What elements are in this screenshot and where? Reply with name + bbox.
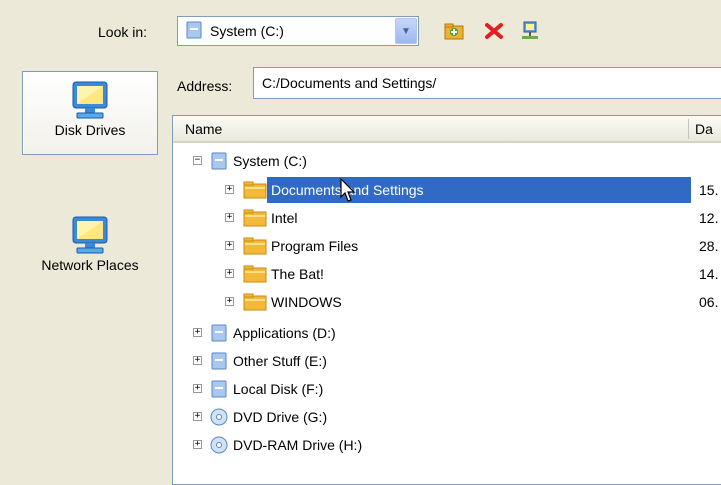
tree-node-label: System (C:) (233, 153, 307, 169)
place-label: Disk Drives (54, 122, 126, 138)
tree-node-folder[interactable]: + Documents and Settings 15. (173, 177, 721, 205)
folder-icon (243, 265, 267, 286)
expand-icon[interactable]: + (193, 384, 202, 393)
expand-icon[interactable]: + (225, 241, 234, 250)
place-disk-drives[interactable]: Disk Drives (22, 71, 158, 155)
date-cell: 28. (699, 238, 719, 254)
tree-node-drive[interactable]: + Other Stuff (E:) (173, 348, 721, 376)
tree-node-folder[interactable]: + Program Files 28. (173, 233, 721, 261)
folder-icon (243, 293, 267, 314)
collapse-icon[interactable]: − (193, 156, 202, 165)
expand-icon[interactable]: + (225, 297, 234, 306)
folder-icon (243, 181, 267, 202)
column-header-row: Name Da (173, 116, 721, 143)
tree-node-drive[interactable]: + Applications (D:) (173, 320, 721, 348)
look-in-value: System (C:) (210, 23, 284, 39)
date-cell: 12. (699, 210, 719, 226)
folder-icon (243, 209, 267, 230)
tree-node-label: Other Stuff (E:) (233, 353, 327, 369)
drive-icon (211, 152, 227, 173)
column-header-date[interactable]: Da (695, 121, 713, 137)
drive-icon (211, 352, 227, 373)
tree-node-label: DVD Drive (G:) (233, 409, 328, 425)
tree-node-folder[interactable]: + The Bat! 14. (173, 261, 721, 289)
network-computer-icon (69, 215, 111, 255)
expand-icon[interactable]: + (193, 412, 202, 421)
tree-node-label: WINDOWS (271, 294, 342, 310)
column-header-name[interactable]: Name (185, 121, 222, 137)
expand-icon[interactable]: + (193, 356, 202, 365)
tree-node-drive[interactable]: + Local Disk (F:) (173, 376, 721, 404)
date-cell: 15. (699, 182, 719, 198)
date-cell: 06. (699, 294, 719, 310)
drive-icon (211, 380, 227, 401)
place-network-places[interactable]: Network Places (22, 207, 158, 291)
tree-node-label: Program Files (271, 238, 359, 254)
expand-icon[interactable]: + (225, 185, 234, 194)
date-cell: 14. (699, 266, 719, 282)
chevron-down-icon[interactable]: ▼ (395, 18, 417, 44)
tree-node-folder[interactable]: + Intel 12. (173, 205, 721, 233)
expand-icon[interactable]: + (225, 269, 234, 278)
address-label: Address: (177, 78, 233, 94)
tree-node-label: Applications (D:) (233, 325, 336, 341)
folder-icon (243, 237, 267, 258)
file-tree-panel[interactable]: Name Da − System (C:) + Documents and Se… (172, 115, 721, 485)
mouse-cursor-icon (340, 177, 358, 207)
column-divider[interactable] (688, 119, 689, 139)
place-label: Network Places (41, 257, 139, 273)
network-connect-icon[interactable] (519, 20, 541, 42)
drive-icon (211, 324, 227, 345)
look-in-dropdown[interactable]: System (C:) ▼ (177, 16, 419, 46)
tree-node-folder[interactable]: + WINDOWS 06. (173, 289, 721, 317)
drive-icon (186, 21, 202, 42)
address-field[interactable]: C:/Documents and Settings/ (253, 67, 721, 99)
dvd-icon (210, 408, 228, 429)
tree-node-drive[interactable]: + DVD-RAM Drive (H:) (173, 432, 721, 460)
expand-icon[interactable]: + (225, 213, 234, 222)
tree-node-drive[interactable]: + DVD Drive (G:) (173, 404, 721, 432)
delete-icon[interactable] (483, 20, 505, 42)
look-in-label: Look in: (98, 24, 148, 40)
tree-node-drive[interactable]: − System (C:) (173, 148, 721, 176)
dvd-icon (210, 436, 228, 457)
computer-icon (69, 80, 111, 120)
tree-node-label: Local Disk (F:) (233, 381, 324, 397)
expand-icon[interactable]: + (193, 328, 202, 337)
expand-icon[interactable]: + (193, 440, 202, 449)
new-folder-icon[interactable] (443, 20, 465, 42)
tree-node-label: The Bat! (271, 266, 324, 282)
tree-node-label: DVD-RAM Drive (H:) (233, 437, 363, 453)
tree-node-label: Intel (271, 210, 298, 226)
